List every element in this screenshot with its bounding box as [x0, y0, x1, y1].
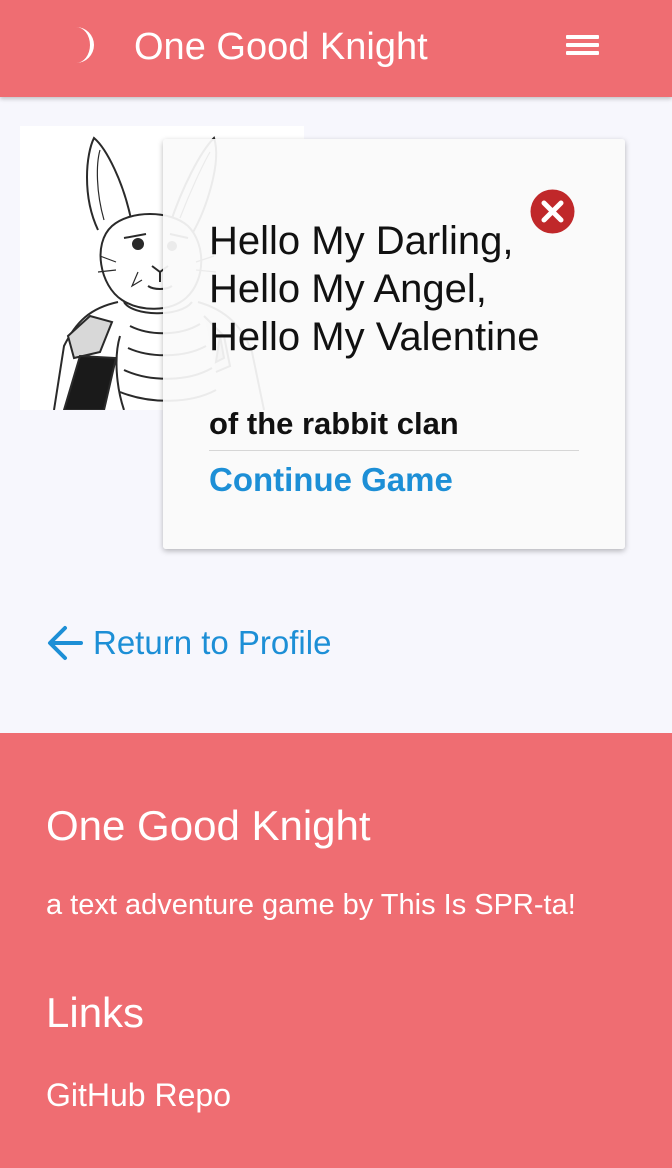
- continue-game-button[interactable]: Continue Game: [209, 458, 453, 502]
- footer-links-heading: Links: [46, 989, 145, 1036]
- app-title[interactable]: One Good Knight: [134, 23, 428, 71]
- return-to-profile-link[interactable]: Return to Profile: [45, 620, 331, 666]
- footer-title: One Good Knight: [46, 802, 371, 849]
- return-to-profile-label: Return to Profile: [93, 624, 332, 661]
- github-repo-link[interactable]: GitHub Repo: [46, 1073, 231, 1117]
- arrow-left-icon: [48, 626, 83, 660]
- character-clan: of the rabbit clan: [209, 406, 459, 441]
- footer: One Good Knight a text adventure game by…: [0, 733, 672, 1168]
- character-card: Hello My Darling, Hello My Angel, Hello …: [163, 139, 625, 549]
- menu-button[interactable]: [562, 28, 604, 62]
- hamburger-menu-icon: [566, 51, 599, 55]
- footer-description: a text adventure game by This Is SPR-ta!: [46, 889, 576, 921]
- hamburger-menu-icon: [566, 43, 599, 47]
- character-name: Hello My Darling, Hello My Angel, Hello …: [209, 219, 540, 359]
- hamburger-menu-icon: [566, 35, 599, 39]
- top-navbar: One Good Knight: [0, 0, 672, 97]
- crescent-moon-icon[interactable]: [66, 25, 100, 65]
- card-divider: [209, 450, 579, 451]
